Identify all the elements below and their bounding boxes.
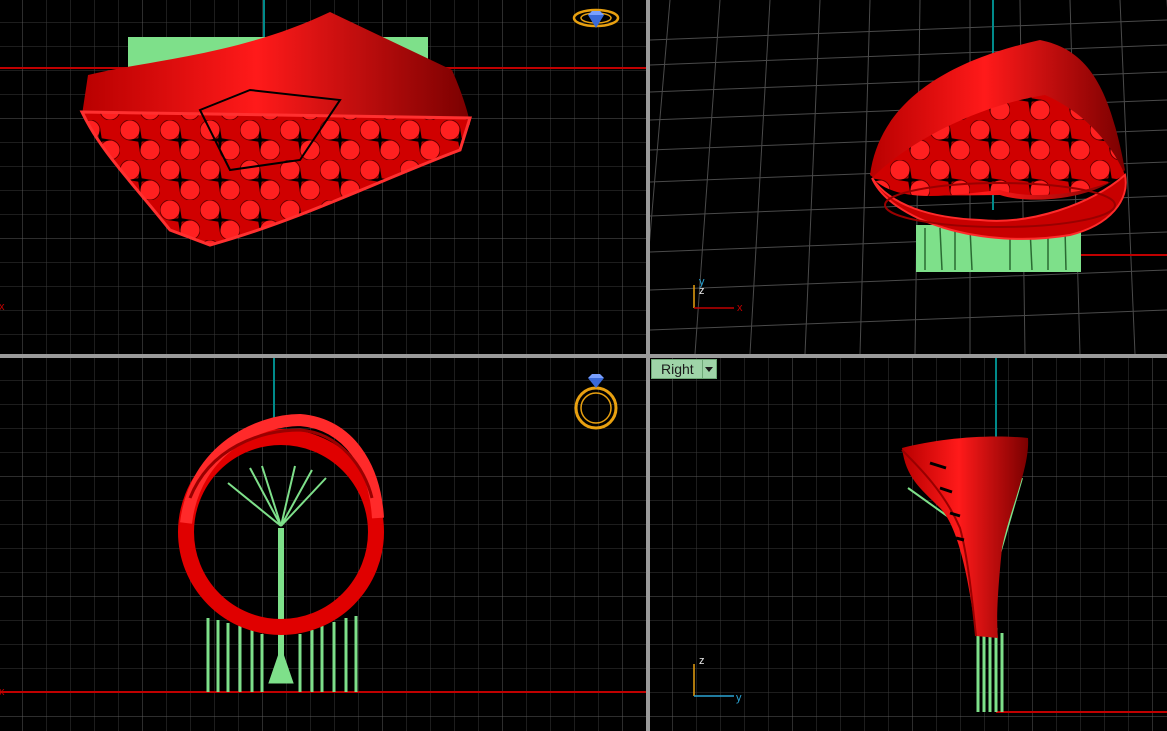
axis-x-label: x <box>737 302 743 314</box>
x-axis-tag: x <box>0 301 5 313</box>
viewport-right[interactable]: z y Right <box>650 358 1167 731</box>
chevron-down-icon[interactable] <box>701 360 716 378</box>
viewport-front-canvas[interactable]: x <box>0 358 646 731</box>
viewport-front[interactable]: x <box>0 358 646 731</box>
x-axis-tag: x <box>0 686 5 698</box>
viewport-right-name: Right <box>661 361 694 377</box>
rhino-app: x y z x x z y Right <box>0 0 1167 731</box>
viewport-top-canvas[interactable]: x <box>0 0 646 354</box>
viewport-top[interactable]: x <box>0 0 646 354</box>
ring-model-persp <box>870 40 1127 240</box>
viewport-perspective[interactable]: y z x <box>650 0 1167 354</box>
axis-z-label: z <box>699 655 705 667</box>
viewport-right-canvas[interactable]: z y <box>650 358 1167 731</box>
viewport-perspective-canvas[interactable]: y z x <box>650 0 1167 354</box>
viewport-right-title[interactable]: Right <box>651 359 717 379</box>
axis-y-label: y <box>736 692 742 704</box>
axis-z-label: z <box>699 285 705 297</box>
axis-triad-persp: y z x <box>693 276 743 314</box>
